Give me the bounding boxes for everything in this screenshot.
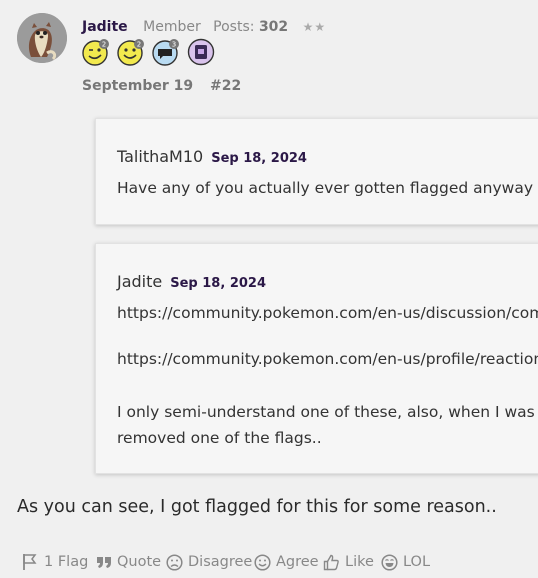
smile-emoji-icon[interactable]: 2: [117, 38, 145, 66]
quote-header: TalithaM10 Sep 18, 2024: [117, 147, 307, 166]
agree-button[interactable]: Agree: [254, 549, 319, 575]
ferret-avatar-icon: [17, 13, 67, 63]
quote-button[interactable]: Quote: [96, 549, 161, 575]
quote-date[interactable]: Sep 18, 2024: [211, 151, 307, 166]
badge-count: 3: [172, 41, 176, 49]
quote-label: Quote: [117, 554, 162, 570]
disagree-label: Disagree: [188, 554, 253, 570]
quote-author[interactable]: Jadite: [117, 272, 162, 291]
laugh-icon: [381, 553, 398, 571]
thumbs-up-icon: [323, 554, 339, 570]
rank-stars: ★★: [302, 20, 327, 34]
quote-author[interactable]: TalithaM10: [117, 147, 203, 166]
agree-label: Agree: [276, 554, 319, 570]
forum-post: Jadite Member Posts: 302 ★★ 2 2 3 Septem…: [0, 0, 538, 578]
author-name[interactable]: Jadite: [82, 19, 128, 35]
quote-block: TalithaM10 Sep 18, 2024 Have any of you a…: [95, 118, 538, 225]
quote-text: Have any of you actually ever gotten fla…: [117, 179, 534, 197]
quote-text: removed one of the flags..: [117, 429, 322, 447]
quote-link[interactable]: https://community.pokemon.com/en-us/disc…: [117, 304, 538, 322]
post-number[interactable]: #22: [210, 78, 241, 94]
post-meta: September 19 #22: [82, 76, 241, 96]
wink-emoji-icon[interactable]: 2: [82, 38, 110, 66]
like-label: Like: [345, 554, 374, 570]
lol-button[interactable]: LOL: [381, 549, 430, 575]
post-date[interactable]: September 19: [82, 78, 193, 94]
quote-text: I only semi-understand one of these, als…: [117, 403, 538, 421]
posts-count: 302: [258, 19, 289, 35]
quote-block: Jadite Sep 18, 2024 https://community.pok…: [95, 243, 538, 474]
flag-icon: [23, 554, 37, 570]
speech-bubble-icon[interactable]: 3: [152, 38, 180, 66]
flag-label: 1 Flag: [44, 554, 89, 570]
quote-link[interactable]: https://community.pokemon.com/en-us/prof…: [117, 350, 538, 368]
badge-count: 2: [137, 41, 141, 49]
smile-icon: [254, 553, 271, 571]
posts-label: Posts:: [213, 19, 255, 35]
flag-button[interactable]: 1 Flag: [21, 549, 88, 575]
quote-icon: [97, 557, 111, 568]
frown-icon: [166, 553, 183, 571]
lol-label: LOL: [403, 554, 431, 570]
quote-header: Jadite Sep 18, 2024: [117, 272, 266, 291]
badge-count: 2: [102, 41, 106, 49]
user-avatar[interactable]: [17, 13, 67, 63]
quote-date[interactable]: Sep 18, 2024: [170, 276, 266, 291]
purple-book-icon[interactable]: [187, 38, 215, 66]
like-button[interactable]: Like: [323, 549, 374, 575]
author-rank: Member: [143, 19, 201, 35]
post-body: As you can see, I got flagged for this f…: [17, 497, 497, 517]
disagree-button[interactable]: Disagree: [166, 549, 252, 575]
author-info: Jadite Member Posts: 302 ★★: [82, 17, 326, 37]
